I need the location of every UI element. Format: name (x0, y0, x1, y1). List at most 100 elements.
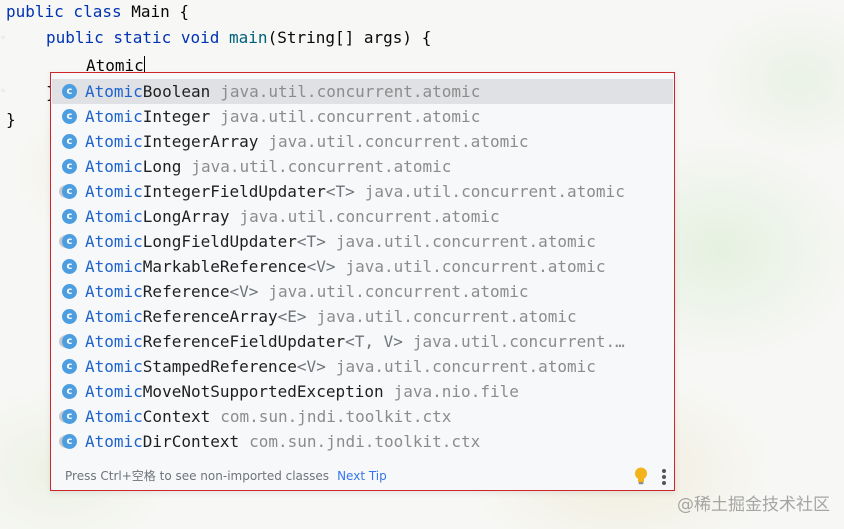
completion-package: com.sun.jndi.toolkit.ctx (220, 407, 452, 426)
completion-package: java.util.concurrent.atomic (191, 157, 452, 176)
completion-package: java.util.concurrent.atomic (268, 132, 529, 151)
completion-package: java.util.concurrent.atomic (316, 307, 577, 326)
completion-item[interactable]: c Atomic IntegerFieldUpdater <T> java.util.c… (52, 179, 673, 204)
completion-package: java.nio.file (393, 382, 519, 401)
completion-item[interactable]: c Atomic IntegerArray java.util.concurrent.… (52, 129, 673, 154)
completion-generic: <T, V> (345, 332, 403, 351)
completion-item[interactable]: c Atomic LongArray java.util.concurrent.ato… (52, 204, 673, 229)
keyword: public static void (46, 28, 230, 47)
completion-class-name: DirContext (142, 432, 240, 451)
completion-package: java.util.concurrent.atomic (335, 232, 596, 251)
completion-match-text: Atomic (85, 257, 143, 276)
code-text: (String[] args) { (267, 28, 432, 47)
completion-match-text: Atomic (85, 207, 143, 226)
completion-package: java.util.concurrent.atomic (364, 182, 625, 201)
completion-item[interactable]: c Atomic StampedReference <V> java.util.conc… (52, 354, 673, 379)
method-name: main (229, 28, 268, 47)
completion-match-text: Atomic (85, 307, 143, 326)
completion-package: java.util.concurrent.atomic (220, 107, 481, 126)
completion-package: java.util.concurrent.atomic (335, 357, 596, 376)
abstract-class-icon: c (59, 434, 77, 449)
completion-match-text: Atomic (85, 232, 143, 251)
code-line-main: public static void main(String[] args) { (46, 27, 431, 49)
class-icon: c (62, 309, 77, 324)
completion-class-name: IntegerArray (142, 132, 259, 151)
completion-generic: <E> (277, 307, 307, 326)
keyword: public class (6, 2, 132, 21)
code-text: } (6, 110, 16, 129)
completion-package: java.util.concurrent.atomic (239, 207, 500, 226)
completion-class-name: LongArray (142, 207, 230, 226)
completion-generic: <T> (325, 182, 355, 201)
class-icon: c (62, 209, 77, 224)
completion-match-text: Atomic (85, 357, 143, 376)
code-line-close-class: } (6, 109, 16, 131)
completion-match-text: Atomic (85, 182, 143, 201)
completion-item[interactable]: c Atomic DirContext com.sun.jndi.toolkit.ct… (52, 429, 673, 454)
completion-match-text: Atomic (85, 107, 143, 126)
completion-match-text: Atomic (85, 132, 143, 151)
completion-item[interactable]: c Atomic ReferenceFieldUpdater <T, V> java.u… (52, 329, 673, 354)
gutter-fold-marker[interactable]: ◦ (0, 33, 6, 44)
completion-item[interactable]: c Atomic Integer java.util.concurrent.atomi… (52, 104, 673, 129)
completion-item[interactable]: c Atomic Long java.util.concurrent.atomic (52, 154, 673, 179)
completion-class-name: MoveNotSupportedException (142, 382, 384, 401)
watermark: @稀土掘金技术社区 (677, 495, 830, 515)
footer-hint: Press Ctrl+空格 to see non-imported classe… (65, 469, 330, 483)
completion-package: com.sun.jndi.toolkit.ctx (249, 432, 481, 451)
class-icon: c (62, 259, 77, 274)
completion-generic: <V> (229, 282, 259, 301)
class-icon: c (62, 359, 77, 374)
completion-match-text: Atomic (85, 407, 143, 426)
completion-package: java.util.concurrent.atomic (220, 82, 481, 101)
abstract-class-icon: c (59, 409, 77, 424)
completion-class-name: ReferenceArray (142, 307, 278, 326)
completion-match-text: Atomic (85, 332, 143, 351)
completion-item[interactable]: c Atomic LongFieldUpdater <T> java.util.conc… (52, 229, 673, 254)
completion-match-text: Atomic (85, 432, 143, 451)
completion-class-name: Context (142, 407, 211, 426)
completion-class-name: IntegerFieldUpdater (142, 182, 326, 201)
completion-class-name: ReferenceFieldUpdater (142, 332, 346, 351)
completion-match-text: Atomic (85, 82, 143, 101)
completion-item[interactable]: c Atomic MarkableReference <V> java.util.con… (52, 254, 673, 279)
completion-class-name: StampedReference (142, 357, 297, 376)
completion-class-name: LongFieldUpdater (142, 232, 297, 251)
abstract-class-icon: c (59, 184, 77, 199)
next-tip-link[interactable]: Next Tip (337, 469, 387, 483)
abstract-class-icon: c (59, 334, 77, 349)
class-icon: c (62, 159, 77, 174)
lightbulb-icon[interactable] (634, 467, 648, 485)
completion-class-name: MarkableReference (142, 257, 307, 276)
completion-generic: <V> (306, 257, 336, 276)
completion-package: java.util.concurrent.atomic (345, 257, 606, 276)
completion-class-name: Reference (142, 282, 230, 301)
class-icon: c (62, 384, 77, 399)
class-icon: c (62, 134, 77, 149)
completion-class-name: Long (142, 157, 182, 176)
completion-item[interactable]: c Atomic Reference <V> java.util.concurrent.… (52, 279, 673, 304)
abstract-class-icon: c (59, 234, 77, 249)
completion-item[interactable]: c Atomic ReferenceArray <E> java.util.concur… (52, 304, 673, 329)
completion-generic: <V> (296, 357, 326, 376)
class-icon: c (62, 109, 77, 124)
completion-item[interactable]: c Atomic Context com.sun.jndi.toolkit.ctx (52, 404, 673, 429)
completion-package: java.util.concurrent.… (412, 332, 625, 351)
completion-generic: <T> (296, 232, 326, 251)
completion-item[interactable]: c Atomic Boolean java.util.concurrent.atomi… (52, 79, 673, 104)
completion-footer: Press Ctrl+空格 to see non-imported classe… (65, 467, 387, 484)
completion-class-name: Integer (142, 107, 211, 126)
completion-match-text: Atomic (85, 382, 143, 401)
code-line-class: public class Main { (6, 1, 189, 23)
more-vertical-icon[interactable] (660, 468, 668, 485)
class-icon: c (62, 284, 77, 299)
completion-match-text: Atomic (85, 282, 143, 301)
completion-item[interactable]: c Atomic MoveNotSupportedException java.nio… (52, 379, 673, 404)
gutter-fold-marker[interactable]: ◦ (0, 86, 6, 97)
code-completion-popup[interactable]: c Atomic Boolean java.util.concurrent.atomi… (50, 72, 675, 491)
completion-list[interactable]: c Atomic Boolean java.util.concurrent.atomi… (52, 79, 673, 454)
code-text: Main { (131, 2, 190, 21)
class-icon: c (62, 84, 77, 99)
completion-class-name: Boolean (142, 82, 211, 101)
completion-package: java.util.concurrent.atomic (268, 282, 529, 301)
